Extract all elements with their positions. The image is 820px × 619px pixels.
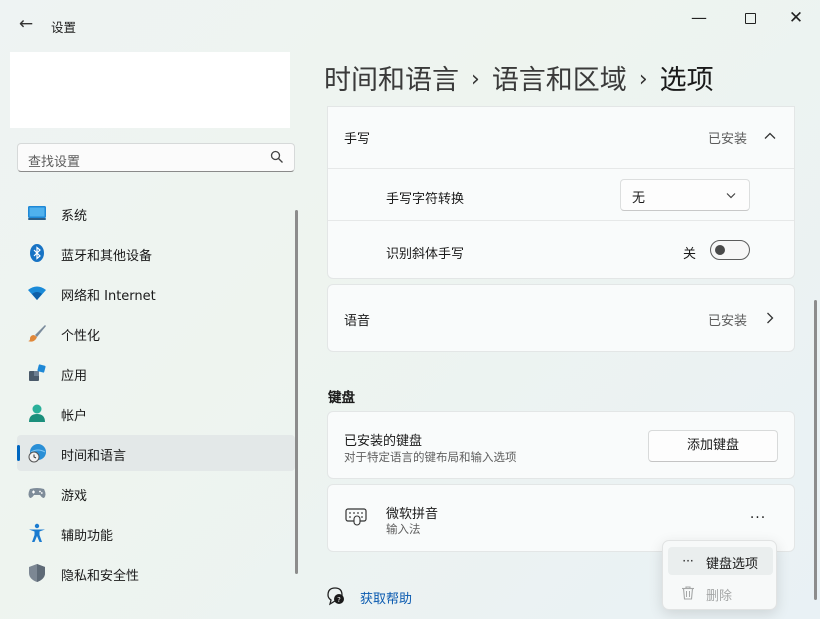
breadcrumb-separator: › [638, 67, 648, 92]
handwriting-status: 已安装 [708, 132, 748, 147]
maximize-button[interactable] [734, 8, 766, 28]
svg-text:?: ? [337, 596, 341, 604]
handwriting-title: 手写 [344, 132, 371, 147]
search-input[interactable]: 查找设置 [28, 151, 80, 170]
sidebar-item-label: 网络和 Internet [61, 289, 156, 304]
keyboard-item-name: 微软拼音 [386, 507, 439, 522]
sidebar-item-personalization[interactable]: 个性化 [17, 315, 295, 351]
sidebar-scrollbar[interactable] [295, 210, 298, 574]
speech-status: 已安装 [708, 314, 748, 329]
sidebar-item-bluetooth[interactable]: 蓝牙和其他设备 [17, 235, 295, 271]
installed-keyboards-title: 已安装的键盘 [344, 434, 423, 449]
divider [328, 220, 794, 221]
installed-keyboards-desc: 对于特定语言的键布局和输入选项 [344, 450, 517, 464]
chevron-up-icon[interactable] [763, 129, 777, 143]
sidebar-item-label: 辅助功能 [61, 529, 114, 544]
breadcrumb-time-language[interactable]: 时间和语言 [324, 65, 459, 96]
bluetooth-icon [30, 244, 44, 262]
get-help-label: 获取帮助 [360, 592, 413, 607]
dropdown-value: 无 [632, 191, 646, 206]
menu-item-label: 删除 [706, 589, 733, 604]
breadcrumb-language-region[interactable]: 语言和区域 [492, 65, 627, 96]
selected-indicator [17, 445, 20, 461]
speech-title: 语音 [344, 314, 371, 329]
page-title: 选项 [659, 65, 714, 96]
account-icon [29, 404, 45, 422]
more-options-icon[interactable]: ··· [748, 508, 768, 528]
breadcrumb-separator: › [471, 67, 480, 92]
sidebar-item-label: 系统 [61, 209, 88, 224]
sidebar-item-system[interactable]: 系统 [17, 195, 295, 231]
main-scrollbar[interactable] [814, 300, 817, 600]
context-menu: ··· 键盘选项 删除 [662, 540, 777, 610]
maximize-icon [744, 13, 756, 24]
help-icon: ? [327, 587, 344, 606]
italic-handwriting-toggle[interactable] [710, 240, 750, 260]
title-bar: ← 设置 — ✕ [0, 0, 820, 48]
brush-icon [28, 325, 46, 342]
app-title: 设置 [51, 20, 77, 35]
chevron-right-icon[interactable] [763, 311, 777, 325]
sidebar-item-label: 游戏 [61, 489, 88, 504]
sidebar-item-privacy[interactable]: 隐私和安全性 [17, 555, 295, 591]
user-profile-card[interactable] [10, 52, 290, 128]
handwriting-conversion-dropdown[interactable]: 无 [620, 179, 750, 211]
handwriting-conversion-label: 手写字符转换 [386, 192, 465, 207]
sidebar-item-accessibility[interactable]: 辅助功能 [17, 515, 295, 551]
sidebar-item-accounts[interactable]: 帐户 [17, 395, 295, 431]
toggle-knob [715, 245, 725, 255]
system-icon [28, 206, 46, 220]
menu-item-remove[interactable]: 删除 [668, 579, 773, 607]
minimize-button[interactable]: — [683, 8, 715, 28]
more-icon: ··· [682, 554, 694, 568]
time-language-icon [28, 444, 46, 463]
trash-icon [682, 586, 694, 600]
sidebar-nav: 系统 蓝牙和其他设备 网络和 Internet 个性化 应用 帐户 时间和语言 … [17, 195, 295, 595]
wifi-icon [28, 286, 46, 300]
sidebar-item-label: 应用 [61, 369, 88, 384]
menu-item-label: 键盘选项 [706, 557, 759, 572]
sidebar-item-network[interactable]: 网络和 Internet [17, 275, 295, 311]
keyboard-item-type: 输入法 [386, 522, 421, 536]
sidebar-item-label: 帐户 [61, 409, 88, 424]
sidebar-item-label: 时间和语言 [61, 449, 127, 464]
close-button[interactable]: ✕ [780, 8, 812, 28]
search-icon [270, 150, 283, 163]
italic-handwriting-label: 识别斜体手写 [386, 247, 465, 262]
gamepad-icon [28, 488, 46, 498]
divider [328, 168, 794, 169]
menu-item-keyboard-options[interactable]: ··· 键盘选项 [668, 547, 773, 575]
apps-icon [29, 364, 46, 381]
keyboard-section-title: 键盘 [328, 390, 355, 406]
sidebar-item-label: 蓝牙和其他设备 [61, 249, 153, 264]
breadcrumb: 时间和语言 › 语言和区域 › 选项 [324, 58, 714, 97]
chevron-down-icon [726, 193, 736, 199]
accessibility-icon [29, 523, 45, 542]
toggle-state-label: 关 [683, 247, 697, 262]
sidebar-item-gaming[interactable]: 游戏 [17, 475, 295, 511]
sidebar-item-apps[interactable]: 应用 [17, 355, 295, 391]
sidebar-item-label: 隐私和安全性 [61, 569, 140, 584]
sidebar-item-time-language[interactable]: 时间和语言 [17, 435, 295, 471]
sidebar-item-label: 个性化 [61, 329, 101, 344]
add-keyboard-button[interactable]: 添加键盘 [648, 430, 778, 462]
back-arrow-icon[interactable]: ← [16, 14, 36, 34]
search-box[interactable]: 查找设置 [17, 143, 295, 172]
shield-icon [29, 564, 45, 582]
keyboard-icon [345, 508, 367, 526]
